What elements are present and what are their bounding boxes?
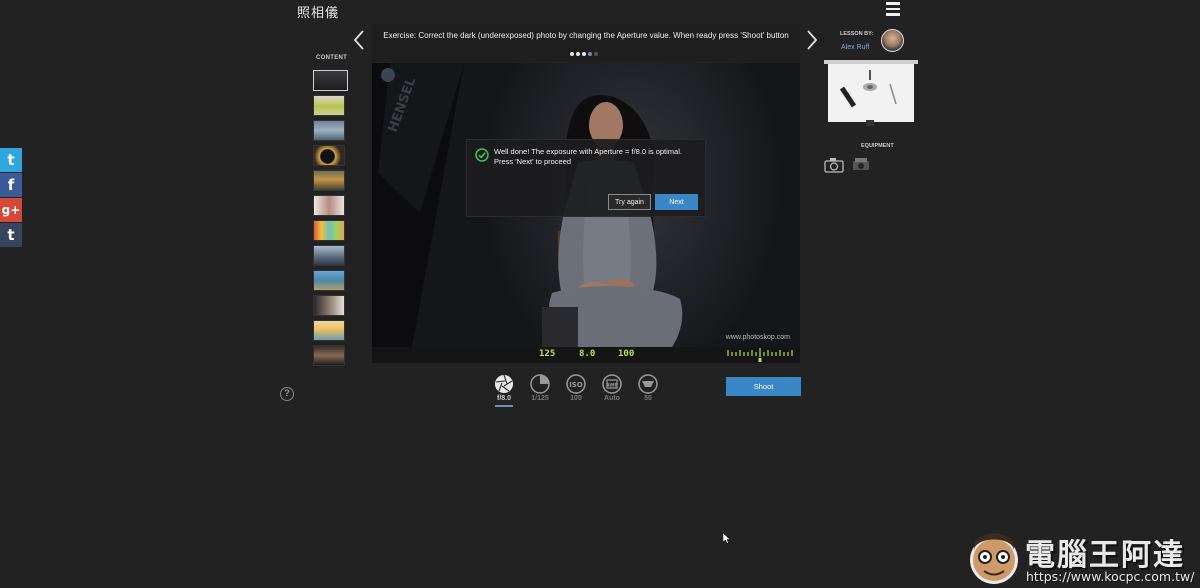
- thumbnail-city[interactable]: [313, 245, 345, 266]
- lens-icon: [638, 374, 658, 394]
- aperture-control[interactable]: f/8.0: [494, 374, 514, 407]
- aperture-icon: [495, 374, 513, 393]
- white-balance-icon: AWB: [602, 374, 622, 394]
- studio-setup-diagram[interactable]: [824, 60, 918, 126]
- focal-length-value: 50: [644, 395, 652, 402]
- site-logo-url: https://www.kocpc.com.tw/: [1026, 569, 1195, 584]
- photo-watermark: www.photoskop.com: [725, 334, 790, 341]
- readout-aperture: 8.0: [579, 349, 596, 359]
- focal-length-control[interactable]: 50: [638, 374, 658, 407]
- progress-dot[interactable]: [570, 52, 574, 56]
- result-dialog: Well done! The exposure with Aperture = …: [466, 139, 706, 217]
- thumbnail-portrait-dark[interactable]: [313, 345, 345, 366]
- progress-dot[interactable]: [594, 52, 598, 56]
- next-button[interactable]: Next: [655, 194, 698, 210]
- exposure-meter-icon: [727, 348, 793, 362]
- iso-value: 100: [570, 395, 582, 402]
- content-label: CONTENT: [316, 55, 348, 61]
- site-mascot-icon: [970, 533, 1018, 584]
- mouse-cursor-icon: [723, 533, 731, 544]
- shutter-speed-value: 1/125: [531, 395, 549, 402]
- thumbnail-pencils[interactable]: [313, 220, 345, 241]
- camera-readout: 125 8.0 100: [372, 347, 800, 363]
- try-again-button[interactable]: Try again: [608, 194, 651, 210]
- help-icon[interactable]: ?: [280, 387, 294, 401]
- success-check-icon: [475, 148, 489, 162]
- social-share-bar: t f g+ t: [0, 148, 22, 248]
- exercise-instructions: Exercise: Correct the dark (underexposed…: [383, 31, 789, 40]
- progress-dot[interactable]: [582, 52, 586, 56]
- twitter-icon[interactable]: t: [0, 148, 22, 172]
- lesson-author-link[interactable]: Alex Ruff: [841, 44, 869, 51]
- exercise-bar: Exercise: Correct the dark (underexposed…: [372, 24, 800, 62]
- aperture-value: f/8.0: [496, 395, 511, 402]
- thumbnail-cupcakes[interactable]: [313, 95, 345, 116]
- flash-equipment-icon[interactable]: [851, 157, 871, 173]
- equipment-label: EQUIPMENT: [861, 143, 894, 149]
- author-avatar[interactable]: [881, 29, 904, 52]
- progress-dot-current[interactable]: [588, 52, 592, 56]
- thumbnail-lake[interactable]: [313, 120, 345, 141]
- svg-text:ISO: ISO: [569, 381, 583, 389]
- previous-arrow-icon[interactable]: [353, 30, 365, 50]
- tumblr-icon[interactable]: t: [0, 223, 22, 247]
- thumbnail-beach[interactable]: [313, 320, 345, 341]
- result-message: Well done! The exposure with Aperture = …: [494, 147, 682, 166]
- camera-controls: f/8.0 1/125 ISO 100 AWB Auto 50: [494, 374, 658, 407]
- white-balance-control[interactable]: AWB Auto: [602, 374, 622, 407]
- lesson-by-label: LESSON BY:: [840, 31, 874, 37]
- progress-dot[interactable]: [576, 52, 580, 56]
- thumbnail-studio[interactable]: [313, 295, 345, 316]
- app-logo[interactable]: 照相儀: [297, 2, 339, 21]
- iso-control[interactable]: ISO 100: [566, 374, 586, 407]
- facebook-icon[interactable]: f: [0, 173, 22, 197]
- white-balance-value: Auto: [604, 395, 620, 402]
- thumbnail-coast[interactable]: [313, 270, 345, 291]
- hamburger-menu-icon[interactable]: [886, 2, 900, 16]
- thumbnail-woman[interactable]: [313, 195, 345, 216]
- shutter-speed-icon: [530, 374, 550, 394]
- shutter-speed-control[interactable]: 1/125: [530, 374, 550, 407]
- content-thumbnail-list: [313, 70, 349, 370]
- site-logo-name: 電腦王阿達: [1025, 538, 1185, 573]
- progress-dots: [570, 52, 598, 56]
- thumbnail-portrait-woman[interactable]: [313, 70, 348, 91]
- thumbnail-vinyl[interactable]: [313, 145, 345, 166]
- iso-icon: ISO: [566, 374, 586, 394]
- thumbnail-mountain[interactable]: [313, 170, 345, 191]
- readout-iso: 100: [618, 349, 635, 359]
- chat-icon[interactable]: [381, 68, 395, 82]
- camera-icon[interactable]: [824, 157, 844, 173]
- google-plus-icon[interactable]: g+: [0, 198, 22, 222]
- readout-shutter: 125: [539, 349, 556, 359]
- svg-text:AWB: AWB: [606, 383, 618, 389]
- shoot-button[interactable]: Shoot: [726, 377, 801, 396]
- next-arrow-icon[interactable]: [806, 30, 818, 50]
